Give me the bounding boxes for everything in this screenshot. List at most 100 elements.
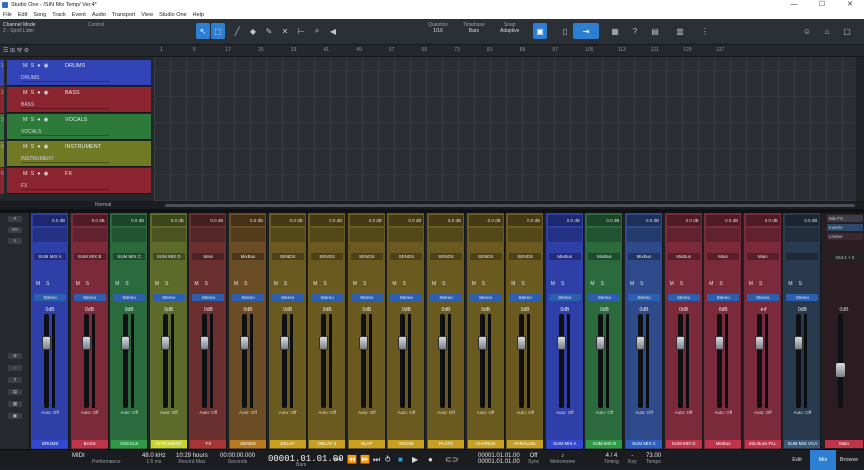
fader-knob[interactable] bbox=[279, 336, 289, 351]
output-selector[interactable]: MixBus bbox=[628, 253, 660, 260]
fader-knob[interactable] bbox=[200, 336, 210, 351]
mute-button[interactable]: M bbox=[234, 281, 238, 287]
track-folder-label[interactable]: BASS bbox=[21, 102, 109, 109]
solo-button[interactable]: S bbox=[125, 281, 128, 287]
input-meter[interactable]: 0.0 dB bbox=[547, 215, 582, 226]
mute-button[interactable]: M bbox=[630, 281, 634, 287]
monitor-icon[interactable]: ◉ bbox=[44, 63, 49, 69]
solo-button[interactable]: S bbox=[31, 63, 35, 69]
zoom-tool-icon[interactable]: ⌕ bbox=[310, 23, 324, 39]
input-meter[interactable]: 0.0 dB bbox=[33, 215, 67, 226]
solo-button[interactable]: S bbox=[640, 281, 643, 287]
input-meter[interactable]: 0.0 dB bbox=[191, 215, 226, 226]
fader-knob[interactable] bbox=[240, 336, 249, 351]
input-meter[interactable]: 0.0 dB bbox=[310, 215, 345, 226]
input-meter[interactable]: 0.0 dB bbox=[508, 215, 543, 226]
output-selector[interactable]: SUM MIX A bbox=[34, 253, 66, 260]
output-selector[interactable]: SENDS bbox=[350, 253, 383, 260]
stereo-label[interactable]: Stereo bbox=[628, 294, 660, 301]
automation-section[interactable]: Auto: Off bbox=[746, 410, 780, 438]
automation-section[interactable]: Auto: Off bbox=[33, 410, 67, 438]
fader-track[interactable] bbox=[717, 314, 723, 408]
stereo-label[interactable]: Stereo bbox=[667, 294, 700, 301]
fader-knob[interactable] bbox=[121, 336, 131, 351]
inserts-label[interactable]: Inserts bbox=[827, 224, 863, 231]
automation-section[interactable]: Auto: Off bbox=[508, 410, 542, 438]
stereo-label[interactable]: Stereo bbox=[430, 294, 462, 301]
quantize[interactable]: Quantize 1/16 bbox=[428, 22, 448, 34]
mute-button[interactable]: M bbox=[472, 281, 476, 287]
fader-knob[interactable] bbox=[754, 336, 764, 351]
fader-track[interactable] bbox=[756, 314, 762, 408]
performance-meter[interactable]: Performance bbox=[92, 453, 121, 465]
fader-knob[interactable] bbox=[715, 336, 725, 351]
automation-section[interactable]: Auto: Off bbox=[627, 410, 661, 438]
autoscroll-icon[interactable]: ⇥ bbox=[573, 23, 599, 39]
automation-section[interactable]: Auto: Off bbox=[389, 410, 423, 438]
mute-button[interactable]: M bbox=[788, 281, 792, 287]
mute-button[interactable]: M bbox=[23, 171, 28, 177]
layout-icon[interactable]: ▯ bbox=[558, 23, 572, 39]
fader-knob[interactable] bbox=[556, 336, 566, 351]
insert-slots[interactable] bbox=[547, 228, 582, 242]
solo-button[interactable]: S bbox=[323, 281, 326, 287]
fader-track[interactable] bbox=[479, 314, 485, 408]
track-row[interactable]: 4 M S ● ◉ INSTRUMENT INSTRUMENT bbox=[0, 141, 151, 167]
arrow-tool-icon[interactable]: ↖ bbox=[196, 23, 210, 39]
eraser-tool-icon[interactable]: ◆ bbox=[246, 23, 260, 39]
save-icon[interactable]: ▤ bbox=[648, 23, 662, 39]
listen-tool-icon[interactable]: ◀ bbox=[326, 23, 340, 39]
solo-button[interactable]: S bbox=[31, 117, 35, 123]
menu-audio[interactable]: Audio bbox=[92, 12, 106, 18]
mute-button[interactable]: M bbox=[392, 281, 396, 287]
output-selector[interactable] bbox=[786, 253, 819, 260]
fader-track[interactable] bbox=[44, 314, 49, 408]
strip-name[interactable]: INTRUMENT bbox=[150, 440, 187, 448]
strip-name[interactable]: DELAY bbox=[269, 440, 306, 448]
input-meter[interactable]: 0.0 dB bbox=[389, 215, 424, 226]
solo-button[interactable]: S bbox=[244, 281, 247, 287]
stereo-label[interactable]: Stereo bbox=[469, 294, 502, 301]
strip-name[interactable]: SUM MIX A bbox=[546, 440, 583, 448]
mute-button[interactable]: M bbox=[155, 281, 159, 287]
track-folder-label[interactable]: INSTRUMENT bbox=[21, 156, 109, 163]
end-icon[interactable]: ⏭ bbox=[373, 455, 380, 465]
main-output-selector[interactable]: Out 1 + 2 bbox=[827, 254, 863, 261]
track-row[interactable]: 3 M S ● ◉ VOCALS VOCALS bbox=[0, 114, 151, 140]
insert-slots[interactable] bbox=[231, 228, 265, 242]
strip-name[interactable]: FX bbox=[190, 440, 227, 448]
solo-button[interactable]: S bbox=[680, 281, 683, 287]
snap[interactable]: Snap Adaptive bbox=[500, 22, 519, 34]
main-strip-name[interactable]: Main bbox=[825, 440, 863, 448]
solo-button[interactable]: S bbox=[799, 281, 802, 287]
insert-slots[interactable] bbox=[349, 228, 384, 242]
fader-track[interactable] bbox=[400, 314, 406, 408]
automation-section[interactable]: Auto: Off bbox=[429, 410, 463, 438]
stereo-label[interactable]: Stereo bbox=[548, 294, 581, 301]
automation-section[interactable]: Auto: Off bbox=[231, 410, 265, 438]
automation-section[interactable]: Auto: Off bbox=[191, 410, 225, 438]
automation-section[interactable]: Auto: Off bbox=[706, 410, 740, 438]
monitor-icon[interactable]: ◉ bbox=[44, 144, 49, 150]
loop-range[interactable]: 00001.01.01.00 00001.01.01.00 bbox=[478, 453, 520, 465]
solo-button[interactable]: S bbox=[719, 281, 722, 287]
fader-knob[interactable] bbox=[358, 336, 368, 351]
narrow-icon[interactable]: ⇕ bbox=[8, 377, 22, 383]
input-meter[interactable]: 0.0 dB bbox=[666, 215, 701, 226]
output-selector[interactable]: SENDS bbox=[509, 253, 542, 260]
output-selector[interactable]: SENDS bbox=[469, 253, 502, 260]
fader-track[interactable] bbox=[440, 314, 445, 408]
mute-button[interactable]: M bbox=[670, 281, 674, 287]
strip-name[interactable]: ROOM bbox=[388, 440, 425, 448]
stereo-label[interactable]: Stereo bbox=[113, 294, 146, 301]
mix-fx-selector[interactable]: Mix FX bbox=[827, 215, 863, 222]
automation-section[interactable]: Auto: Off bbox=[152, 410, 186, 438]
solo-button[interactable]: S bbox=[165, 281, 168, 287]
monitor-icon[interactable]: ◉ bbox=[44, 90, 49, 96]
fader-track[interactable] bbox=[796, 314, 802, 408]
track-name[interactable]: BASS bbox=[65, 90, 80, 96]
track-name[interactable]: FX bbox=[65, 171, 72, 177]
mute-button[interactable]: M bbox=[23, 90, 28, 96]
remote-icon[interactable]: ▣ bbox=[8, 413, 22, 419]
solo-button[interactable]: S bbox=[31, 90, 35, 96]
